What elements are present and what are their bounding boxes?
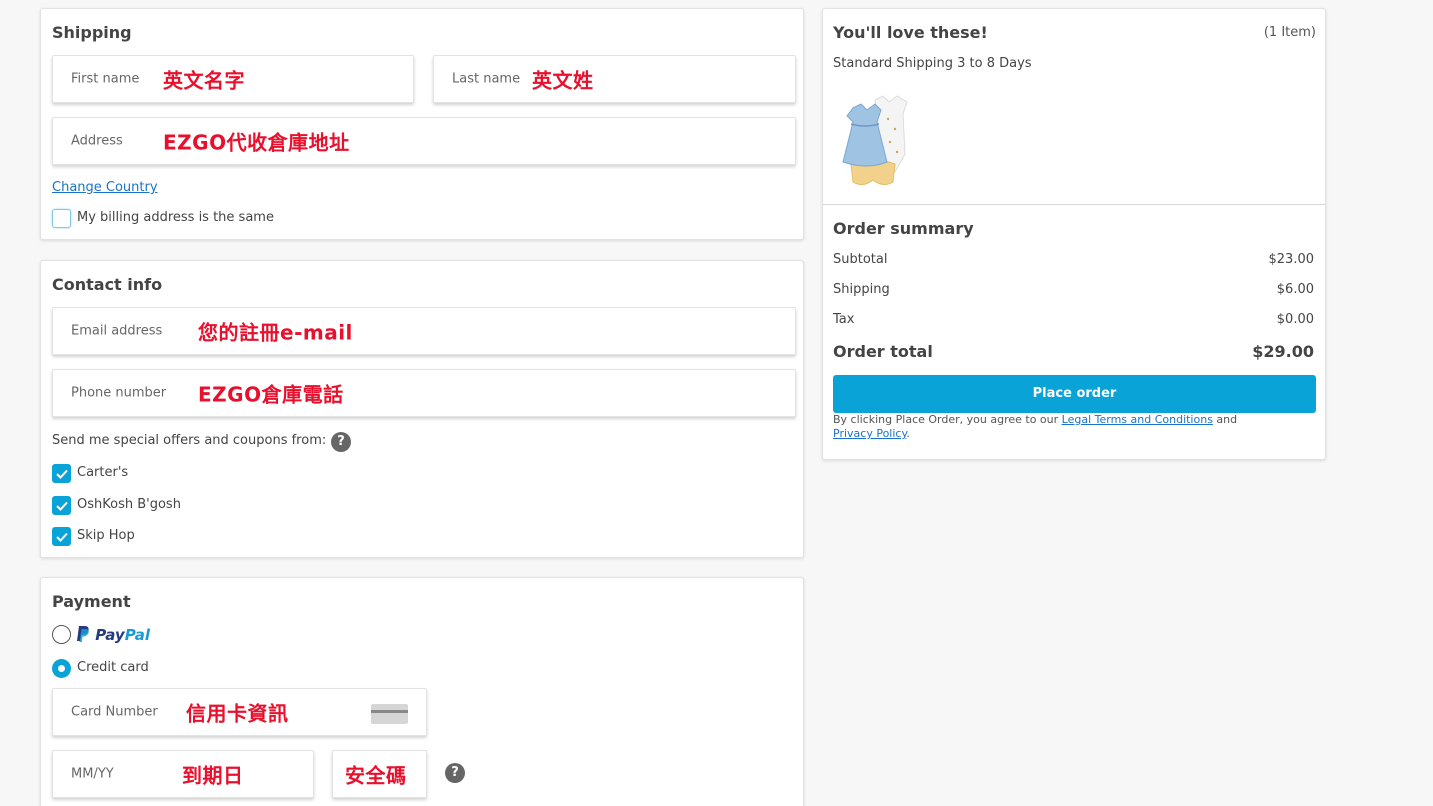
tax-value: $0.00 <box>1276 312 1314 327</box>
shipping-method: Standard Shipping 3 to 8 Days <box>833 56 1032 71</box>
shipping-cost-value: $6.00 <box>1276 282 1314 297</box>
brand-checkbox-oshkosh[interactable] <box>52 496 71 515</box>
terms-text: By clicking Place Order, you agree to ou… <box>833 413 1303 441</box>
shipping-cost-label: Shipping <box>833 282 890 297</box>
last-name-placeholder: Last name <box>452 71 521 87</box>
billing-same-label: My billing address is the same <box>77 210 274 225</box>
phone-annotation: EZGO倉庫電話 <box>198 382 344 407</box>
cvv-annotation: 安全碼 <box>345 763 407 788</box>
expiry-placeholder: MM/YY <box>71 766 114 782</box>
card-number-annotation: 信用卡資訊 <box>186 701 289 726</box>
email-annotation: 您的註冊e-mail <box>198 320 353 345</box>
credit-card-radio[interactable] <box>52 659 71 678</box>
first-name-placeholder: First name <box>71 71 140 87</box>
cart-title: You'll love these! <box>833 23 988 42</box>
cvv-field[interactable]: 安全碼 <box>332 750 427 798</box>
shipping-card: Shipping First name 英文名字 Last name 英文姓 A… <box>40 8 804 240</box>
baby-outfit-image <box>842 95 908 186</box>
subtotal-value: $23.00 <box>1268 252 1315 267</box>
tax-label: Tax <box>833 312 855 327</box>
email-field[interactable]: Email address 您的註冊e-mail <box>52 307 796 355</box>
brand-label-carters: Carter's <box>77 465 129 480</box>
phone-field[interactable]: Phone number EZGO倉庫電話 <box>52 369 796 417</box>
last-name-annotation: 英文姓 <box>532 68 594 93</box>
place-order-button[interactable]: Place order <box>833 375 1316 413</box>
cart-item-count: (1 Item) <box>1263 25 1316 40</box>
card-number-placeholder: Card Number <box>71 704 158 720</box>
subtotal-label: Subtotal <box>833 252 888 267</box>
contact-card: Contact info Email address 您的註冊e-mail Ph… <box>40 260 804 558</box>
order-total-value: $29.00 <box>1252 342 1314 361</box>
order-summary-title: Order summary <box>833 219 974 238</box>
paypal-radio[interactable] <box>52 625 71 644</box>
card-number-field[interactable]: Card Number 信用卡資訊 <box>52 688 427 736</box>
legal-terms-link[interactable]: Legal Terms and Conditions <box>1062 413 1213 426</box>
check-icon <box>56 501 68 511</box>
phone-placeholder: Phone number <box>71 385 167 401</box>
cvv-help-icon[interactable]: ? <box>445 763 465 783</box>
paypal-label-pal: Pal <box>124 626 151 644</box>
credit-card-label: Credit card <box>77 660 149 675</box>
terms-and: and <box>1212 413 1238 426</box>
product-thumbnail[interactable] <box>833 94 923 190</box>
credit-card-icon <box>371 704 408 724</box>
brand-checkbox-skiphop[interactable] <box>52 527 71 546</box>
check-icon <box>56 532 68 542</box>
check-icon <box>56 469 68 479</box>
brand-label-oshkosh: OshKosh B'gosh <box>77 497 181 512</box>
privacy-policy-link[interactable]: Privacy Policy <box>833 427 906 440</box>
address-annotation: EZGO代收倉庫地址 <box>163 130 350 155</box>
privacy-suffix: . <box>906 427 910 440</box>
address-field[interactable]: Address EZGO代收倉庫地址 <box>52 117 796 165</box>
billing-same-checkbox[interactable] <box>52 209 71 228</box>
offers-label: Send me special offers and coupons from: <box>52 433 327 448</box>
paypal-icon <box>77 626 89 642</box>
email-placeholder: Email address <box>71 323 163 339</box>
brand-checkbox-carters[interactable] <box>52 464 71 483</box>
address-placeholder: Address <box>71 133 123 149</box>
order-card: You'll love these! (1 Item) Standard Shi… <box>822 8 1326 460</box>
payment-card: Payment PayPal Credit card Card Number 信… <box>40 577 804 806</box>
paypal-label-pay: Pay <box>95 626 125 644</box>
order-total-label: Order total <box>833 342 933 361</box>
offers-help-icon[interactable]: ? <box>331 432 351 452</box>
paypal-logo: PayPal <box>76 625 150 644</box>
divider <box>823 204 1325 205</box>
payment-title: Payment <box>52 592 131 611</box>
place-order-label: Place order <box>1032 386 1117 401</box>
first-name-annotation: 英文名字 <box>163 68 245 93</box>
expiry-annotation: 到期日 <box>182 763 244 788</box>
expiry-field[interactable]: MM/YY 到期日 <box>52 750 314 798</box>
shipping-title: Shipping <box>52 23 132 42</box>
terms-prefix: By clicking Place Order, you agree to ou… <box>833 413 1062 426</box>
first-name-field[interactable]: First name 英文名字 <box>52 55 414 103</box>
contact-title: Contact info <box>52 275 163 294</box>
last-name-field[interactable]: Last name 英文姓 <box>433 55 796 103</box>
change-country-link[interactable]: Change Country <box>52 180 158 195</box>
brand-label-skiphop: Skip Hop <box>77 528 135 543</box>
